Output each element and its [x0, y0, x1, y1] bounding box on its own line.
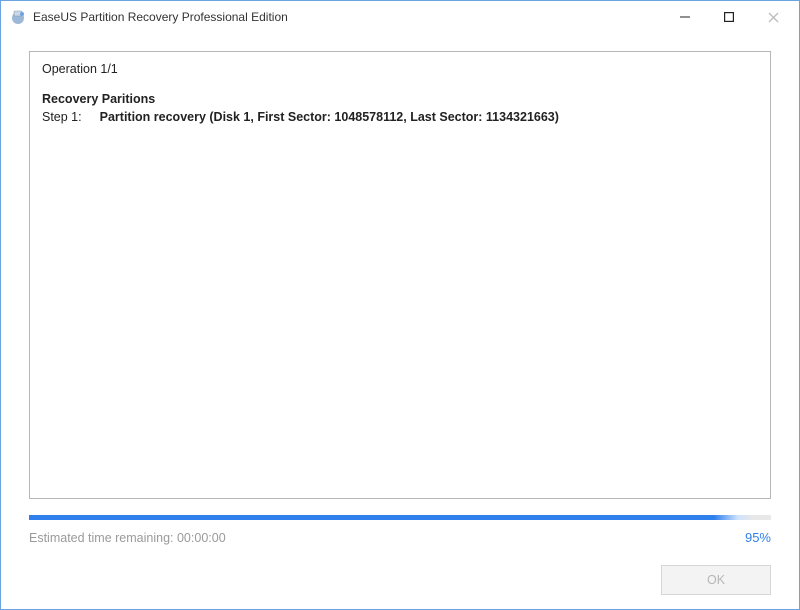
progress-percent: 95% — [745, 530, 771, 545]
operation-log: Operation 1/1 Recovery Paritions Step 1:… — [29, 51, 771, 499]
eta-value: 00:00:00 — [177, 531, 226, 545]
app-window: EaseUS Partition Recovery Professional E… — [0, 0, 800, 610]
window-title: EaseUS Partition Recovery Professional E… — [33, 10, 288, 24]
operation-count: Operation 1/1 — [42, 62, 758, 76]
app-icon — [9, 8, 27, 26]
ok-button: OK — [661, 565, 771, 595]
status-row: Estimated time remaining: 00:00:00 95% — [29, 530, 771, 545]
step-row: Step 1: Partition recovery (Disk 1, Firs… — [42, 110, 758, 124]
window-controls — [663, 3, 795, 31]
maximize-button[interactable] — [707, 3, 751, 31]
content-area: Operation 1/1 Recovery Paritions Step 1:… — [1, 33, 799, 609]
operation-heading: Recovery Paritions — [42, 92, 758, 106]
step-label: Step 1: — [42, 110, 82, 124]
progress-fill-tail — [714, 515, 754, 520]
titlebar: EaseUS Partition Recovery Professional E… — [1, 1, 799, 33]
eta-text: Estimated time remaining: 00:00:00 — [29, 531, 745, 545]
step-detail: Partition recovery (Disk 1, First Sector… — [100, 110, 559, 124]
close-button[interactable] — [751, 3, 795, 31]
button-row: OK — [29, 565, 771, 595]
progress-section: Estimated time remaining: 00:00:00 95% — [29, 515, 771, 545]
progress-fill — [29, 515, 734, 520]
eta-prefix: Estimated time remaining: — [29, 531, 177, 545]
minimize-button[interactable] — [663, 3, 707, 31]
progress-bar — [29, 515, 771, 520]
